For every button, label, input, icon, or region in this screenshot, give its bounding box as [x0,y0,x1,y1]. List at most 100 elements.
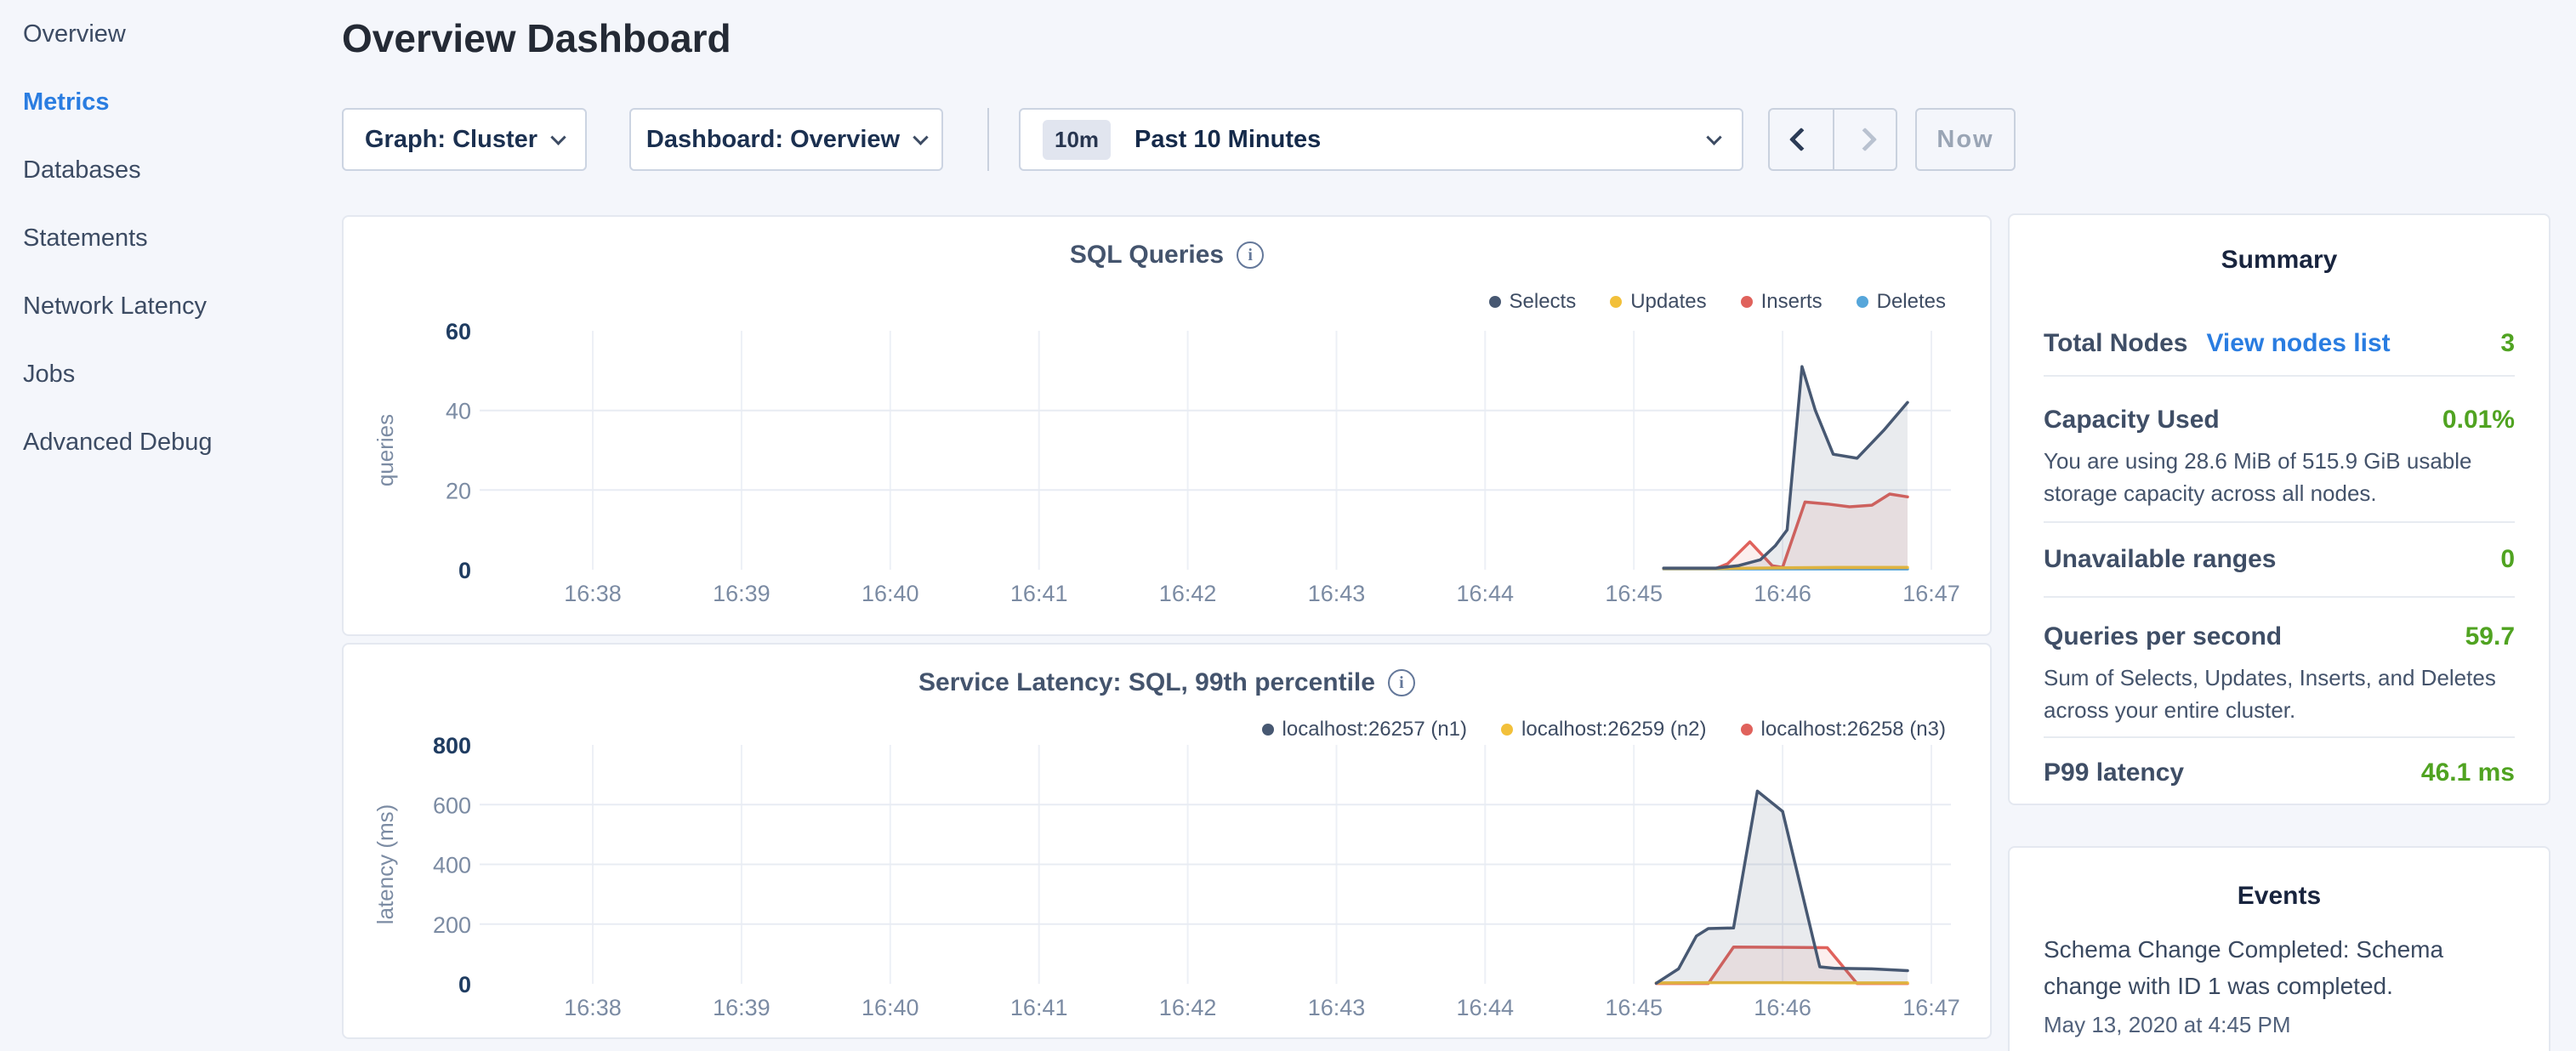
time-step-buttons [1768,108,1897,171]
sidebar: Overview Metrics Databases Statements Ne… [0,0,342,1051]
summary-row-capacity-used: Capacity Used 0.01% You are using 28.6 M… [2044,377,2515,523]
chevron-left-icon [1789,128,1813,151]
view-nodes-list-link[interactable]: View nodes list [2206,329,2390,358]
event-timestamp: May 13, 2020 at 4:45 PM [2044,1012,2515,1038]
graph-dropdown[interactable]: Graph: Cluster [342,108,587,171]
service-latency-chart-card: Service Latency: SQL, 99th percentile i … [342,643,1992,1039]
summary-row-label: Capacity Used [2044,406,2220,435]
sidebar-item-metrics[interactable]: Metrics [0,68,342,136]
svg-text:16:45: 16:45 [1605,581,1663,606]
svg-text:16:41: 16:41 [1010,995,1068,1020]
svg-text:16:38: 16:38 [564,995,622,1020]
sidebar-item-overview[interactable]: Overview [0,0,342,68]
svg-text:200: 200 [433,912,471,938]
summary-row-label: Total Nodes [2044,329,2187,358]
summary-title: Summary [2010,246,2549,275]
sidebar-item-advanced-debug[interactable]: Advanced Debug [0,408,342,476]
sidebar-item-jobs[interactable]: Jobs [0,340,342,408]
svg-text:16:44: 16:44 [1457,995,1515,1020]
svg-text:16:43: 16:43 [1308,995,1366,1020]
chevron-right-icon [1853,128,1877,151]
legend-item[interactable]: Inserts [1741,290,1823,314]
svg-text:16:41: 16:41 [1010,581,1068,606]
now-button[interactable]: Now [1915,108,2016,171]
summary-row-label: Queries per second [2044,622,2282,651]
chart-title: Service Latency: SQL, 99th percentile [918,668,1375,697]
svg-text:0: 0 [458,558,471,583]
svg-text:16:42: 16:42 [1159,581,1217,606]
chevron-down-icon [913,129,928,145]
time-range-label: Past 10 Minutes [1134,126,1321,154]
dashboard-dropdown[interactable]: Dashboard: Overview [629,108,943,171]
summary-row-subtext: Sum of Selects, Updates, Inserts, and De… [2044,662,2515,726]
dashboard-dropdown-label: Dashboard: Overview [646,126,900,154]
events-panel: Events Schema Change Completed: Schema c… [2008,846,2550,1051]
summary-row-p99-latency: P99 latency 46.1 ms [2044,738,2515,813]
svg-text:16:46: 16:46 [1754,581,1811,606]
summary-body: Total Nodes View nodes list 3 Capacity U… [2010,275,2549,813]
event-text: Schema Change Completed: Schema change w… [2044,931,2515,1004]
sql-queries-chart[interactable]: 16:3816:3916:4016:4116:4216:4316:4416:45… [344,319,1993,612]
svg-text:16:44: 16:44 [1457,581,1515,606]
svg-text:16:40: 16:40 [862,581,919,606]
legend-dot-icon [1610,296,1622,308]
chevron-down-icon [1706,129,1721,145]
summary-row-value: 59.7 [2465,622,2515,651]
summary-row-total-nodes: Total Nodes View nodes list 3 [2044,275,2515,377]
summary-panel: Summary Total Nodes View nodes list 3 Ca… [2008,213,2550,805]
sidebar-item-statements[interactable]: Statements [0,204,342,272]
chart-legend: Selects Updates Inserts Deletes [1489,290,1947,314]
svg-text:16:39: 16:39 [713,995,771,1020]
toolbar-divider [987,108,989,171]
time-next-button[interactable] [1833,110,1896,169]
summary-row-subtext: You are using 28.6 MiB of 515.9 GiB usab… [2044,445,2515,509]
svg-text:16:47: 16:47 [1902,995,1960,1020]
legend-item[interactable]: Deletes [1857,290,1946,314]
legend-dot-icon [1741,296,1753,308]
chart-header: SQL Queries i [344,241,1990,270]
overview-dashboard-page: Overview Metrics Databases Statements Ne… [0,0,2576,1051]
summary-row-value: 0 [2500,545,2515,574]
svg-text:600: 600 [433,793,471,818]
svg-text:16:38: 16:38 [564,581,622,606]
svg-text:400: 400 [433,853,471,878]
event-list-item: Schema Change Completed: Schema change w… [2010,911,2549,1038]
legend-item[interactable]: Updates [1610,290,1706,314]
svg-text:16:40: 16:40 [862,995,919,1020]
chart-header: Service Latency: SQL, 99th percentile i [344,668,1990,697]
svg-text:40: 40 [446,399,471,424]
legend-dot-icon [1489,296,1501,308]
svg-text:16:47: 16:47 [1902,581,1960,606]
graph-dropdown-label: Graph: Cluster [365,126,537,154]
summary-row-value: 0.01% [2442,406,2515,435]
svg-text:16:39: 16:39 [713,581,771,606]
svg-text:queries: queries [372,414,398,486]
svg-text:16:46: 16:46 [1754,995,1811,1020]
svg-text:16:42: 16:42 [1159,995,1217,1020]
info-icon[interactable]: i [1388,669,1415,696]
info-icon[interactable]: i [1237,241,1264,269]
summary-row-label: Unavailable ranges [2044,545,2276,574]
summary-row-value: 3 [2500,329,2515,358]
service-latency-chart[interactable]: 16:38 16:39 16:40 16:41 16:42 16:43 16:44 16:45… [344,733,1993,1026]
summary-row-queries-per-second: Queries per second 59.7 Sum of Selects, … [2044,598,2515,738]
sidebar-item-network-latency[interactable]: Network Latency [0,272,342,340]
summary-row-value: 46.1 ms [2421,758,2515,787]
chevron-down-icon [550,129,566,145]
page-title: Overview Dashboard [342,15,731,61]
time-range-badge: 10m [1043,120,1111,160]
summary-row-unavailable-ranges: Unavailable ranges 0 [2044,523,2515,598]
svg-text:16:45: 16:45 [1605,995,1663,1020]
svg-text:0: 0 [458,972,471,997]
toolbar: Graph: Cluster Dashboard: Overview 10m P… [342,108,2016,171]
events-title: Events [2010,882,2549,911]
svg-text:20: 20 [446,478,471,503]
svg-text:latency (ms): latency (ms) [372,804,398,925]
legend-dot-icon [1857,296,1868,308]
sidebar-item-databases[interactable]: Databases [0,136,342,204]
time-prev-button[interactable] [1770,110,1833,169]
chart-title: SQL Queries [1070,241,1224,270]
time-range-dropdown[interactable]: 10m Past 10 Minutes [1019,108,1743,171]
legend-item[interactable]: Selects [1489,290,1577,314]
svg-text:800: 800 [433,733,471,758]
